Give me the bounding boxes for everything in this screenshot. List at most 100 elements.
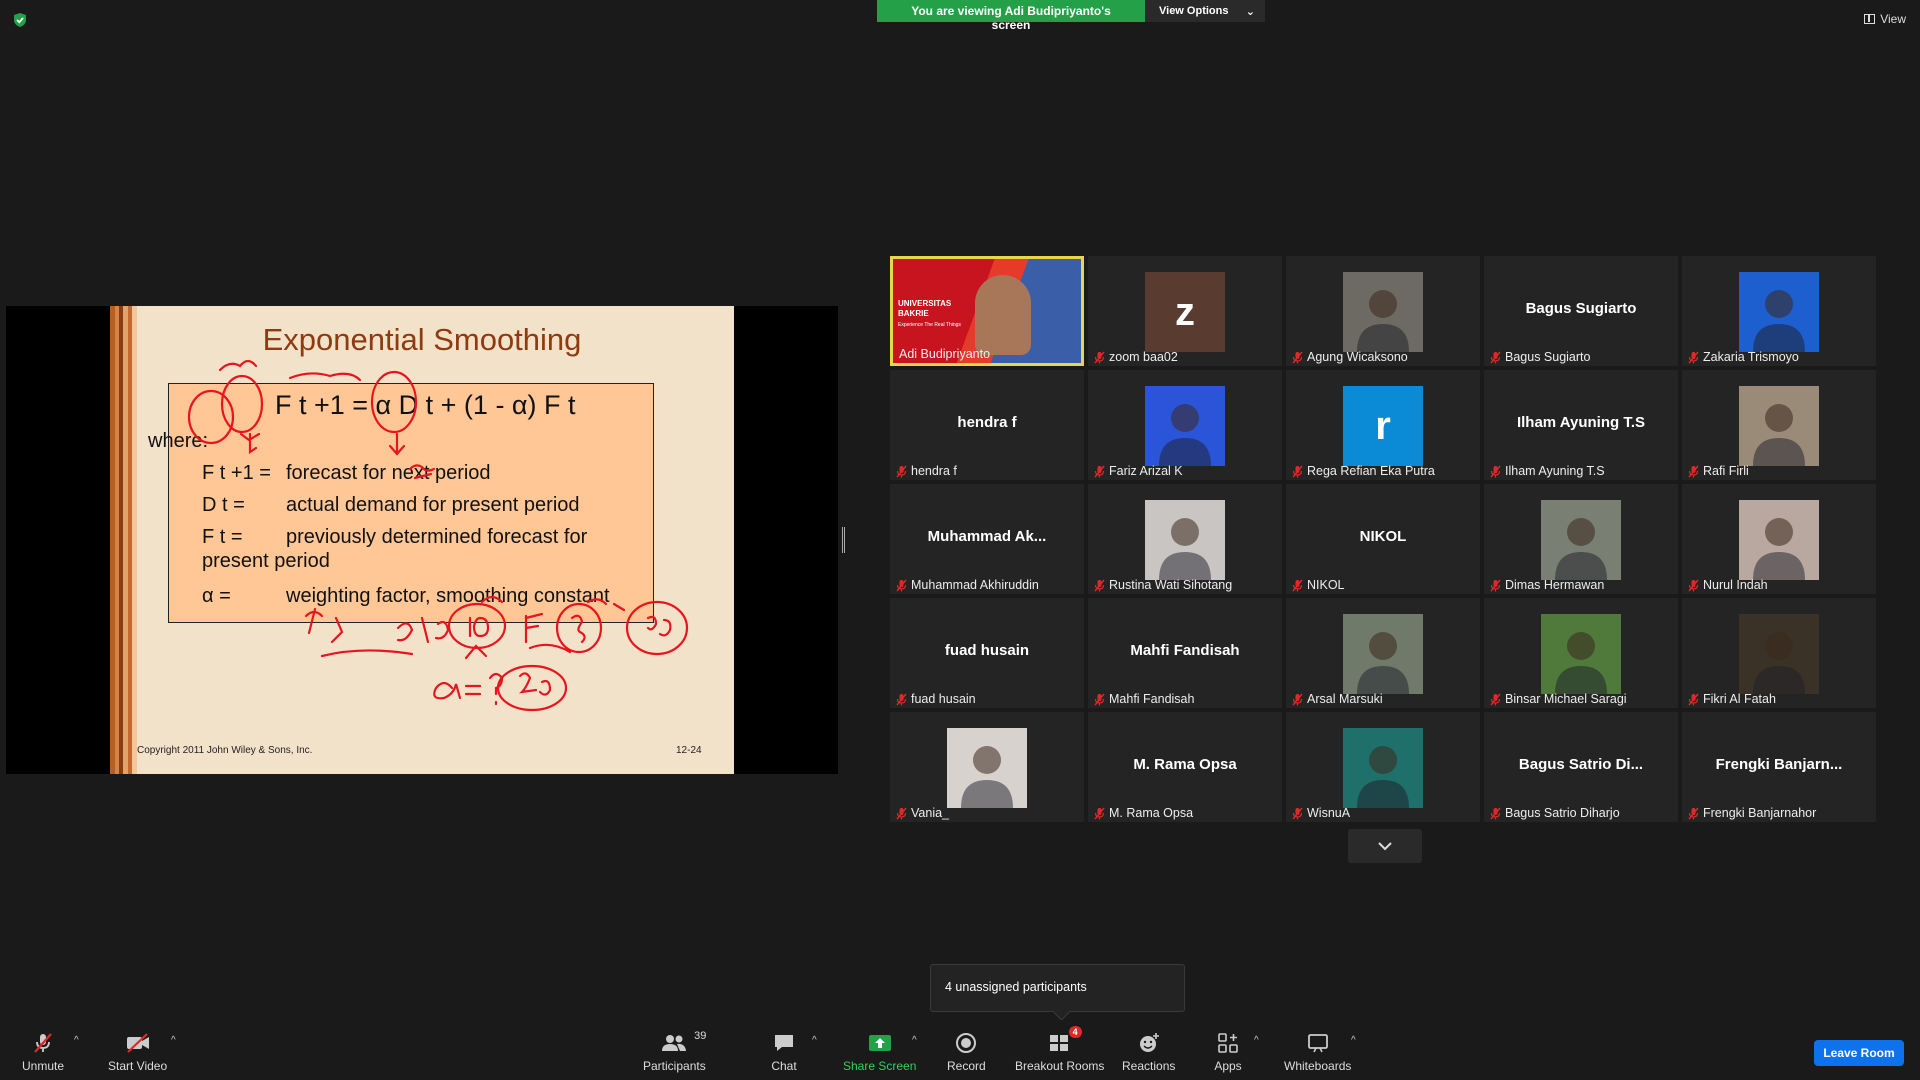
participant-tile[interactable]: Dimas Hermawan xyxy=(1484,484,1678,594)
participant-tile[interactable]: Rustina Wati Sihotang xyxy=(1088,484,1282,594)
participant-name: Bagus Sugiarto xyxy=(1505,350,1591,364)
audio-options-caret[interactable]: ^ xyxy=(74,1035,79,1046)
view-button[interactable]: View xyxy=(1864,12,1906,26)
participant-name: Zakaria Trismoyo xyxy=(1703,350,1799,364)
participant-tile[interactable]: Nurul Indah xyxy=(1682,484,1876,594)
split-drag-handle[interactable] xyxy=(842,527,845,553)
start-video-label: Start Video xyxy=(108,1059,168,1073)
microphone-muted-icon xyxy=(1094,579,1105,592)
apps-button[interactable]: Apps xyxy=(1214,1030,1242,1073)
slide-def2-text: actual demand for present period xyxy=(286,494,580,516)
participant-tile[interactable]: Binsar Michael Saragi xyxy=(1484,598,1678,708)
participant-display-name: hendra f xyxy=(957,414,1017,431)
whiteboards-button[interactable]: Whiteboards xyxy=(1284,1030,1351,1073)
unmute-button[interactable]: Unmute xyxy=(22,1030,64,1073)
unmute-label: Unmute xyxy=(22,1059,65,1073)
breakout-rooms-button[interactable]: 4 Breakout Rooms xyxy=(1015,1026,1105,1073)
participant-name: Bagus Satrio Diharjo xyxy=(1505,806,1620,820)
microphone-muted-icon xyxy=(896,579,907,592)
apps-options-caret[interactable]: ^ xyxy=(1254,1035,1259,1046)
participant-gallery: UNIVERSITAS BAKRIE Experience The Real Th… xyxy=(890,256,1880,822)
chat-button[interactable]: Chat xyxy=(770,1030,798,1073)
view-options-button[interactable]: View Options ⌄ xyxy=(1145,0,1265,22)
participants-count: 39 xyxy=(694,1030,707,1042)
microphone-muted-icon xyxy=(1094,807,1105,820)
participant-tile[interactable]: Bagus Sugiarto Bagus Sugiarto xyxy=(1484,256,1678,366)
slide-def3-text2: present period xyxy=(202,550,330,572)
meeting-toolbar: Unmute ^ Start Video ^ 39 Participants C… xyxy=(0,1020,1920,1080)
participant-tile[interactable]: fuad husain fuad husain xyxy=(890,598,1084,708)
participant-tile[interactable]: Ilham Ayuning T.S Ilham Ayuning T.S xyxy=(1484,370,1678,480)
participant-tile[interactable]: Mahfi Fandisah Mahfi Fandisah xyxy=(1088,598,1282,708)
participant-display-name: Bagus Satrio Di... xyxy=(1518,756,1644,773)
participant-tile[interactable]: Bagus Satrio Di... Bagus Satrio Diharjo xyxy=(1484,712,1678,822)
participant-name: Rega Refian Eka Putra xyxy=(1307,464,1435,478)
video-org-text: UNIVERSITAS BAKRIE xyxy=(898,299,952,318)
participants-label: Participants xyxy=(643,1059,706,1073)
whiteboards-label: Whiteboards xyxy=(1284,1059,1352,1073)
participant-name: NIKOL xyxy=(1307,578,1345,592)
breakout-rooms-icon: 4 xyxy=(1046,1026,1082,1056)
participant-name-label: Agung Wicaksono xyxy=(1292,350,1408,364)
participant-name: Vania_ xyxy=(911,806,949,820)
share-screen-button[interactable]: Share Screen xyxy=(843,1030,916,1073)
share-options-caret[interactable]: ^ xyxy=(912,1035,917,1046)
unassigned-participants-tooltip[interactable]: 4 unassigned participants xyxy=(930,964,1185,1012)
slide-where: where: xyxy=(148,430,209,452)
participant-name: Rafi Firli xyxy=(1703,464,1749,478)
participant-name-label: NIKOL xyxy=(1292,578,1345,592)
microphone-muted-icon xyxy=(1490,465,1501,478)
record-button[interactable]: Record xyxy=(947,1030,986,1073)
participant-name-label: Fariz Arizal K xyxy=(1094,464,1183,478)
participant-name-label: Binsar Michael Saragi xyxy=(1490,692,1627,706)
participant-display-name: NIKOL xyxy=(1359,528,1407,545)
participant-tile[interactable]: Zakaria Trismoyo xyxy=(1682,256,1876,366)
breakout-rooms-label: Breakout Rooms xyxy=(1015,1059,1105,1073)
security-shield-icon[interactable] xyxy=(12,12,28,28)
participant-name: Ilham Ayuning T.S xyxy=(1505,464,1605,478)
participant-name-label: WisnuA xyxy=(1292,806,1350,820)
participant-tile[interactable]: Frengki Banjarn... Frengki Banjarnahor xyxy=(1682,712,1876,822)
participant-name-label: Rega Refian Eka Putra xyxy=(1292,464,1435,478)
microphone-muted-icon xyxy=(1292,351,1303,364)
start-video-button[interactable]: Start Video xyxy=(108,1030,167,1073)
participant-tile[interactable]: r Rega Refian Eka Putra xyxy=(1286,370,1480,480)
participant-tile[interactable]: UNIVERSITAS BAKRIE Experience The Real Th… xyxy=(890,256,1084,366)
participant-tile[interactable]: NIKOL NIKOL xyxy=(1286,484,1480,594)
participant-display-name: Ilham Ayuning T.S xyxy=(1516,414,1646,431)
participant-tile[interactable]: Arsal Marsuki xyxy=(1286,598,1480,708)
participant-tile[interactable]: M. Rama Opsa M. Rama Opsa xyxy=(1088,712,1282,822)
participant-tile[interactable]: Fariz Arizal K xyxy=(1088,370,1282,480)
slide-title: Exponential Smoothing xyxy=(262,322,582,357)
reactions-button[interactable]: Reactions xyxy=(1122,1030,1175,1073)
microphone-muted-icon xyxy=(29,1030,57,1056)
microphone-muted-icon xyxy=(1292,465,1303,478)
layout-grid-icon xyxy=(1864,14,1876,24)
avatar xyxy=(1739,272,1819,352)
participant-name-label: zoom baa02 xyxy=(1094,350,1178,364)
participant-tile[interactable]: hendra f hendra f xyxy=(890,370,1084,480)
participant-name: Muhammad Akhiruddin xyxy=(911,578,1039,592)
whiteboard-options-caret[interactable]: ^ xyxy=(1351,1035,1356,1046)
participant-tile[interactable]: z zoom baa02 xyxy=(1088,256,1282,366)
video-options-caret[interactable]: ^ xyxy=(171,1035,176,1046)
participant-tile[interactable]: WisnuA xyxy=(1286,712,1480,822)
participant-name-label: Bagus Satrio Diharjo xyxy=(1490,806,1620,820)
participant-name: zoom baa02 xyxy=(1109,350,1178,364)
microphone-muted-icon xyxy=(1094,465,1105,478)
participants-button[interactable]: 39 Participants xyxy=(643,1030,706,1073)
microphone-muted-icon xyxy=(1292,579,1303,592)
chat-options-caret[interactable]: ^ xyxy=(812,1035,817,1046)
participant-tile[interactable]: Agung Wicaksono xyxy=(1286,256,1480,366)
leave-room-button[interactable]: Leave Room xyxy=(1814,1040,1904,1066)
participant-name: Binsar Michael Saragi xyxy=(1505,692,1627,706)
video-tagline-text: Experience The Real Things xyxy=(898,322,961,328)
participant-tile[interactable]: Rafi Firli xyxy=(1682,370,1876,480)
avatar xyxy=(1343,728,1423,808)
participant-tile[interactable]: Fikri Al Fatah xyxy=(1682,598,1876,708)
microphone-muted-icon xyxy=(1688,465,1699,478)
participant-tile[interactable]: Muhammad Ak... Muhammad Akhiruddin xyxy=(890,484,1084,594)
gallery-next-page-button[interactable] xyxy=(1348,829,1422,863)
microphone-muted-icon xyxy=(1292,693,1303,706)
participant-tile[interactable]: Vania_ xyxy=(890,712,1084,822)
